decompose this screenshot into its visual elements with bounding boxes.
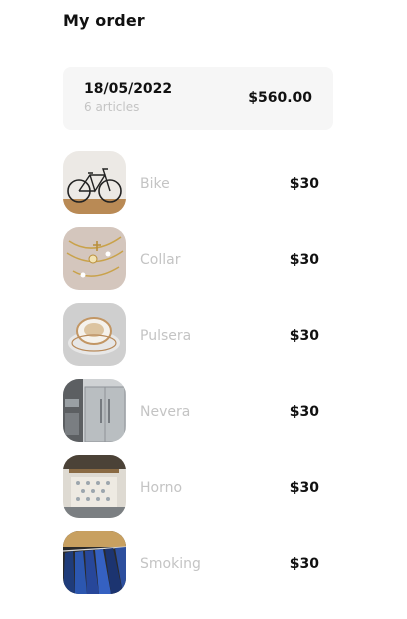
order-total: $560.00: [248, 90, 312, 106]
order-date: 18/05/2022: [84, 81, 173, 97]
item-price: $30: [289, 328, 319, 344]
list-item[interactable]: Smoking $30: [63, 531, 320, 607]
order-summary-card[interactable]: 18/05/2022 6 articles $560.00: [63, 67, 333, 130]
item-name: Bike: [140, 176, 170, 192]
item-name: Nevera: [140, 404, 191, 420]
oven-image: [63, 455, 126, 518]
item-name: Pulsera: [140, 328, 192, 344]
item-price: $30: [289, 556, 319, 572]
suits-image: [63, 531, 126, 594]
item-name: Smoking: [140, 556, 201, 572]
item-price: $30: [289, 252, 319, 268]
list-item[interactable]: Collar $30: [63, 227, 320, 303]
article-count: 6 articles: [84, 100, 140, 114]
bike-image: [63, 151, 126, 214]
order-items-list: Bike $30 Collar $30 Pulsera $30 Nevera $…: [63, 151, 320, 607]
fridge-image: [63, 379, 126, 442]
bracelet-image: [63, 303, 126, 366]
item-name: Horno: [140, 480, 183, 496]
list-item[interactable]: Pulsera $30: [63, 303, 320, 379]
item-price: $30: [289, 176, 319, 192]
item-name: Collar: [140, 252, 181, 268]
page-title: My order: [63, 11, 145, 30]
necklace-image: [63, 227, 126, 290]
list-item[interactable]: Nevera $30: [63, 379, 320, 455]
item-price: $30: [289, 480, 319, 496]
item-price: $30: [289, 404, 319, 420]
list-item[interactable]: Horno $30: [63, 455, 320, 531]
list-item[interactable]: Bike $30: [63, 151, 320, 227]
